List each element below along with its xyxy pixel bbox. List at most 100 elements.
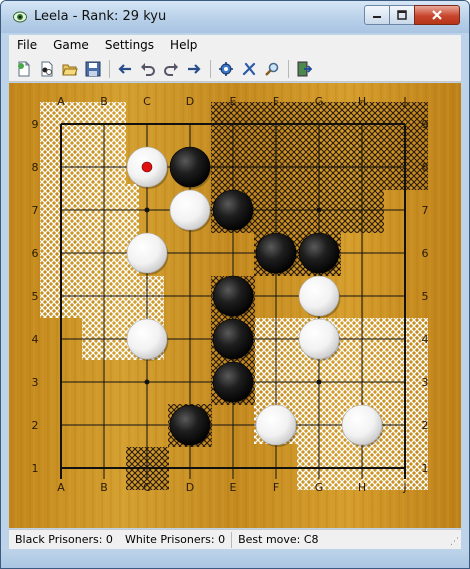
column-label-bottom: E	[230, 481, 237, 494]
column-label-bottom: H	[358, 481, 366, 494]
row-label-right: 1	[422, 462, 429, 475]
white-stone	[255, 404, 297, 446]
menu-game[interactable]: Game	[45, 35, 97, 56]
star-point	[316, 207, 322, 213]
exit-icon	[297, 61, 312, 76]
window-frame-bottom	[1, 550, 469, 568]
row-label-left: 5	[32, 290, 39, 303]
black-stone	[169, 404, 211, 446]
minimize-icon	[373, 16, 381, 18]
row-label-left: 8	[32, 161, 39, 174]
menu-settings[interactable]: Settings	[97, 35, 162, 56]
new-handicap-game-button[interactable]	[36, 58, 58, 80]
undo-icon	[141, 62, 155, 76]
row-label-left: 2	[32, 419, 39, 432]
column-label-top: C	[143, 95, 151, 108]
toolbar-separator	[210, 59, 211, 78]
close-button[interactable]	[414, 5, 460, 25]
column-label-top: E	[230, 95, 237, 108]
analyze-icon	[265, 62, 279, 76]
column-label-top: J	[402, 95, 406, 108]
star-point	[144, 379, 150, 385]
column-label-top: G	[315, 95, 324, 108]
back-button[interactable]	[114, 58, 136, 80]
column-label-bottom: B	[100, 481, 108, 494]
toolbar-separator	[288, 59, 289, 78]
menu-file[interactable]: File	[9, 35, 45, 56]
settings-button[interactable]	[215, 58, 237, 80]
white-stone	[341, 404, 383, 446]
app-window: Leela - Rank: 29 kyu File Game Settings …	[0, 0, 470, 569]
black-stone	[212, 275, 254, 317]
save-file-button[interactable]	[82, 58, 104, 80]
forward-button[interactable]	[183, 58, 205, 80]
column-label-bottom: A	[57, 481, 65, 494]
go-board[interactable]: A A B B C C D D E E F F G G H H J J 9 9 8 8 7 7 6 6 5 5 4 4 3 3 2 2 1 1	[9, 83, 461, 528]
toolbar-separator	[109, 59, 110, 78]
star-point	[144, 207, 150, 213]
black-stone	[212, 318, 254, 360]
row-label-left: 4	[32, 333, 39, 346]
white-stone	[298, 318, 340, 360]
row-label-right: 2	[422, 419, 429, 432]
app-icon	[13, 11, 27, 23]
black-prisoners-status: Black Prisoners: 0	[15, 532, 113, 546]
title-bar[interactable]: Leela - Rank: 29 kyu	[1, 1, 469, 33]
go-board-area[interactable]: A A B B C C D D E E F F G G H H J J 9 9 8 8 7 7 6 6 5 5 4 4 3 3 2 2 1 1	[9, 83, 461, 528]
maximize-icon	[397, 10, 407, 20]
row-label-left: 9	[32, 118, 39, 131]
new-handicap-game-icon	[41, 61, 53, 76]
menu-help[interactable]: Help	[162, 35, 205, 56]
resign-icon	[242, 62, 256, 75]
column-label-bottom: J	[402, 481, 406, 494]
column-label-bottom: D	[186, 481, 194, 494]
menu-bar: File Game Settings Help	[9, 35, 461, 56]
resign-button[interactable]	[238, 58, 260, 80]
white-stone	[298, 275, 340, 317]
white-stone	[169, 189, 211, 231]
row-label-right: 6	[422, 247, 429, 260]
row-label-right: 4	[422, 333, 429, 346]
black-stone	[255, 232, 297, 274]
settings-icon	[219, 61, 233, 76]
column-label-top: H	[358, 95, 366, 108]
column-label-bottom: G	[315, 481, 324, 494]
column-label-bottom: C	[143, 481, 151, 494]
minimize-button[interactable]	[364, 5, 390, 25]
column-label-top: D	[186, 95, 194, 108]
save-file-icon	[85, 61, 101, 76]
black-stone	[212, 189, 254, 231]
undo-button[interactable]	[137, 58, 159, 80]
row-label-right: 5	[422, 290, 429, 303]
black-stone	[169, 146, 211, 188]
column-label-top: F	[273, 95, 279, 108]
forward-arrow-icon	[188, 63, 201, 74]
column-label-top: B	[100, 95, 108, 108]
exit-button[interactable]	[293, 58, 315, 80]
new-game-button[interactable]	[13, 58, 35, 80]
row-label-right: 8	[422, 161, 429, 174]
row-label-left: 3	[32, 376, 39, 389]
row-label-right: 3	[422, 376, 429, 389]
column-label-top: A	[57, 95, 65, 108]
last-move-marker	[141, 161, 153, 173]
row-label-left: 7	[32, 204, 39, 217]
row-label-left: 6	[32, 247, 39, 260]
row-label-right: 9	[422, 118, 429, 131]
window-title: Leela - Rank: 29 kyu	[34, 9, 167, 24]
open-file-button[interactable]	[59, 58, 81, 80]
row-label-right: 7	[422, 204, 429, 217]
star-point	[316, 379, 322, 385]
black-stone	[298, 232, 340, 274]
close-icon	[432, 10, 442, 20]
toolbar	[9, 56, 461, 82]
white-stone	[126, 232, 168, 274]
redo-button[interactable]	[160, 58, 182, 80]
row-label-left: 1	[32, 462, 39, 475]
resize-grip-icon[interactable]: ⋰	[450, 537, 459, 547]
white-prisoners-status: White Prisoners: 0	[124, 532, 226, 546]
maximize-button[interactable]	[389, 5, 415, 25]
redo-icon	[164, 62, 178, 76]
back-arrow-icon	[118, 63, 131, 74]
analyze-button[interactable]	[261, 58, 283, 80]
